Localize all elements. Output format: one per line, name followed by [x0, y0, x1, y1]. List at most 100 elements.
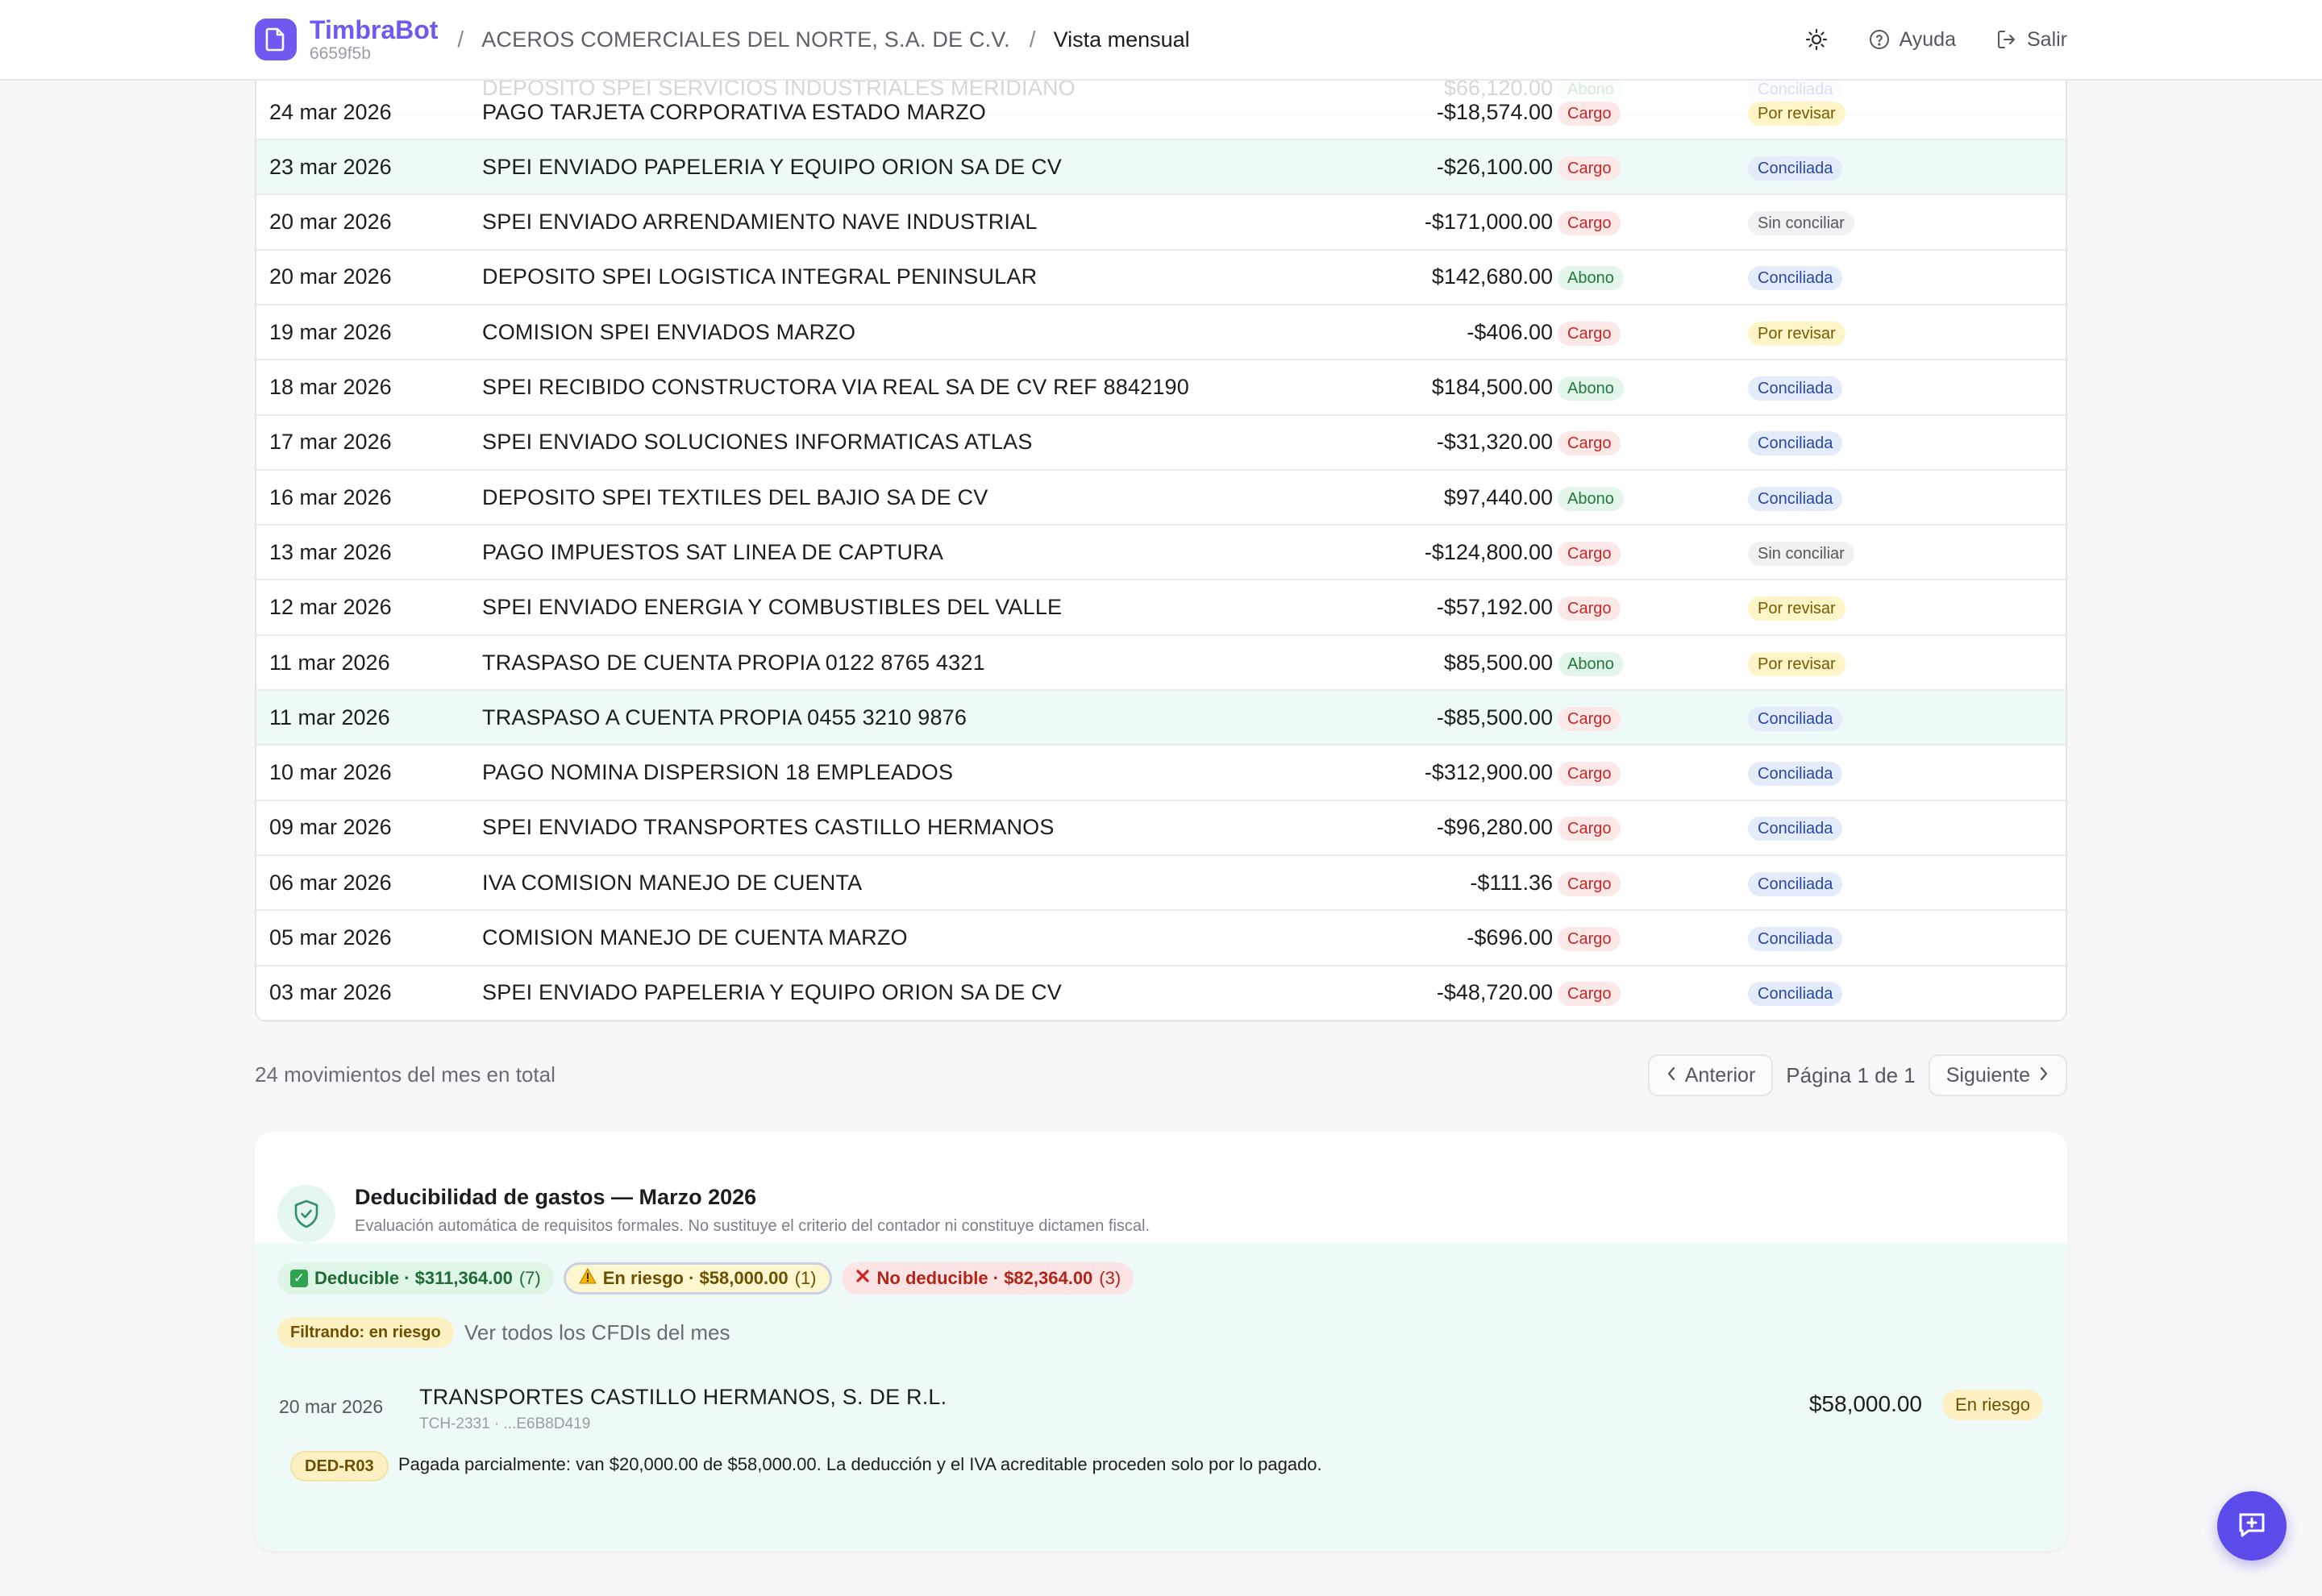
cfdi-reference: TCH-2331 · ...E6B8D419	[419, 1415, 591, 1432]
panel-title: Deducibilidad de gastos — Marzo 2026	[355, 1185, 757, 1209]
table-row[interactable]: 24 mar 2026 PAGO TARJETA CORPORATIVA ESTA…	[256, 85, 2066, 140]
breadcrumb-current: Vista mensual	[1053, 27, 1190, 52]
status-badge: Por revisar	[1748, 101, 1846, 126]
cfdi-date: 20 mar 2026	[279, 1396, 384, 1417]
table-row[interactable]: 11 mar 2026 TRASPASO DE CUENTA PROPIA 012…	[256, 636, 2066, 691]
table-row[interactable]: 18 mar 2026 SPEI RECIBIDO CONSTRUCTORA VI…	[256, 361, 2066, 416]
document-icon[interactable]	[255, 19, 297, 60]
help-button[interactable]: Ayuda	[1867, 27, 1956, 52]
table-row[interactable]: 10 mar 2026 PAGO NOMINA DISPERSION 18 EMP…	[256, 746, 2066, 801]
status-badge: Sin conciliar	[1748, 211, 1854, 236]
no-deducible-label: No deducible · $82,364.00	[876, 1268, 1093, 1288]
cfdi-status-badge: En riesgo	[1942, 1390, 2043, 1420]
row-date: 20 mar 2026	[269, 210, 392, 235]
row-date: 10 mar 2026	[269, 760, 392, 785]
table-row[interactable]: 20 mar 2026 SPEI ENVIADO ARRENDAMIENTO NA…	[256, 196, 2066, 251]
brand[interactable]: TimbraBot 6659f5b	[310, 15, 438, 64]
cross-icon	[855, 1268, 871, 1289]
table-row[interactable]: 06 mar 2026 IVA COMISION MANEJO DE CUENTA…	[256, 856, 2066, 912]
row-date: 06 mar 2026	[269, 870, 392, 895]
row-amount: -$312,900.00	[1424, 760, 1553, 785]
row-description: SPEI ENVIADO TRANSPORTES CASTILLO HERMAN…	[482, 815, 1055, 840]
status-badge: Por revisar	[1748, 596, 1846, 621]
table-row[interactable]: 11 mar 2026 TRASPASO A CUENTA PROPIA 0455…	[256, 691, 2066, 746]
view-all-cfdis-link[interactable]: Ver todos los CFDIs del mes	[464, 1320, 730, 1345]
status-badge: Conciliada	[1748, 266, 1843, 291]
no-deducible-count: (3)	[1099, 1268, 1121, 1288]
row-description: COMISION SPEI ENVIADOS MARZO	[482, 319, 856, 344]
next-page-button[interactable]: Siguiente	[1928, 1054, 2067, 1096]
breadcrumb-company[interactable]: ACEROS COMERCIALES DEL NORTE, S.A. DE C.…	[481, 27, 1010, 52]
row-date: 11 mar 2026	[269, 704, 390, 729]
row-description: SPEI ENVIADO ENERGIA Y COMBUSTIBLES DEL …	[482, 595, 1063, 620]
row-description: DEPOSITO SPEI LOGISTICA INTEGRAL PENINSU…	[482, 264, 1038, 289]
table-row[interactable]: 16 mar 2026 DEPOSITO SPEI TEXTILES DEL BA…	[256, 471, 2066, 526]
logout-icon	[1995, 27, 2019, 52]
row-description: PAGO TARJETA CORPORATIVA ESTADO MARZO	[482, 99, 986, 124]
transactions-table: DEPOSITO SPEI SERVICIOS INDUSTRIALES MER…	[255, 32, 2067, 1022]
table-row[interactable]: 05 mar 2026 COMISION MANEJO DE CUENTA MAR…	[256, 912, 2066, 966]
help-label: Ayuda	[1899, 27, 1956, 51]
row-amount: -$96,280.00	[1436, 815, 1553, 840]
row-date: 19 mar 2026	[269, 319, 392, 344]
checkmark-icon: ✓	[290, 1270, 308, 1287]
table-row[interactable]: 17 mar 2026 SPEI ENVIADO SOLUCIONES INFOR…	[256, 416, 2066, 471]
status-badge: Conciliada	[1748, 486, 1843, 511]
riesgo-label: En riesgo · $58,000.00	[602, 1268, 789, 1288]
table-row[interactable]: 03 mar 2026 SPEI ENVIADO PAPELERIA Y EQUI…	[256, 966, 2066, 1020]
chat-plus-icon	[2236, 1508, 2268, 1544]
row-description: PAGO NOMINA DISPERSION 18 EMPLEADOS	[482, 760, 954, 785]
type-badge: Cargo	[1558, 596, 1621, 621]
panel-subtitle: Evaluación automática de requisitos form…	[355, 1217, 1151, 1235]
riesgo-count: (1)	[794, 1268, 817, 1288]
row-amount: -$85,500.00	[1436, 704, 1553, 729]
cfdi-issuer[interactable]: TRANSPORTES CASTILLO HERMANOS, S. DE R.L…	[419, 1385, 947, 1410]
row-date: 05 mar 2026	[269, 925, 392, 950]
rule-description: Pagada parcialmente: van $20,000.00 de $…	[398, 1454, 1322, 1474]
status-badge: Conciliada	[1748, 817, 1843, 842]
type-badge: Cargo	[1558, 706, 1621, 731]
row-amount: $85,500.00	[1443, 650, 1553, 675]
row-amount: -$57,192.00	[1436, 595, 1553, 620]
type-badge: Abono	[1558, 376, 1624, 401]
type-badge: Cargo	[1558, 762, 1621, 787]
no-deducible-chip[interactable]: No deducible · $82,364.00 (3)	[841, 1262, 1134, 1295]
status-badge: Conciliada	[1748, 762, 1843, 787]
previous-label: Anterior	[1684, 1063, 1756, 1087]
table-row[interactable]: 13 mar 2026 PAGO IMPUESTOS SAT LINEA DE C…	[256, 526, 2066, 581]
table-row[interactable]: 12 mar 2026 SPEI ENVIADO ENERGIA Y COMBUS…	[256, 581, 2066, 636]
type-badge: Cargo	[1558, 156, 1621, 181]
chat-button[interactable]	[2217, 1491, 2287, 1561]
filter-chips: ✓ Deducible · $311,364.00 (7) En riesgo …	[277, 1262, 1134, 1295]
movements-count: 24 movimientos del mes en total	[255, 1062, 556, 1087]
row-description: TRASPASO DE CUENTA PROPIA 0122 8765 4321	[482, 650, 985, 675]
row-date: 18 mar 2026	[269, 375, 392, 399]
row-date: 20 mar 2026	[269, 264, 392, 289]
table-row[interactable]: 09 mar 2026 SPEI ENVIADO TRANSPORTES CAST…	[256, 801, 2066, 856]
type-badge: Abono	[1558, 651, 1624, 676]
row-description: SPEI ENVIADO ARRENDAMIENTO NAVE INDUSTRI…	[482, 210, 1038, 235]
row-amount: -$406.00	[1467, 319, 1553, 344]
table-row[interactable]: 20 mar 2026 DEPOSITO SPEI LOGISTICA INTEG…	[256, 251, 2066, 305]
active-filter-badge[interactable]: Filtrando: en riesgo	[277, 1317, 454, 1348]
row-description: SPEI RECIBIDO CONSTRUCTORA VIA REAL SA D…	[482, 375, 1189, 399]
chevron-right-icon	[2038, 1064, 2049, 1087]
row-description: COMISION MANEJO DE CUENTA MARZO	[482, 925, 908, 950]
theme-toggle-button[interactable]	[1804, 27, 1829, 52]
riesgo-chip[interactable]: En riesgo · $58,000.00 (1)	[563, 1262, 832, 1295]
table-row[interactable]: 19 mar 2026 COMISION SPEI ENVIADOS MARZO -…	[256, 305, 2066, 361]
question-circle-icon	[1867, 27, 1891, 52]
type-badge: Abono	[1558, 266, 1624, 291]
row-amount: -$31,320.00	[1436, 430, 1553, 455]
type-badge: Cargo	[1558, 982, 1621, 1007]
row-date: 12 mar 2026	[269, 595, 392, 620]
row-date: 11 mar 2026	[269, 650, 390, 675]
type-badge: Cargo	[1558, 321, 1621, 346]
deducible-chip[interactable]: ✓ Deducible · $311,364.00 (7)	[277, 1262, 554, 1295]
row-description: SPEI ENVIADO SOLUCIONES INFORMATICAS ATL…	[482, 430, 1033, 455]
row-date: 09 mar 2026	[269, 815, 392, 840]
previous-page-button[interactable]: Anterior	[1647, 1054, 1774, 1096]
logout-button[interactable]: Salir	[1995, 27, 2067, 52]
status-badge: Conciliada	[1748, 706, 1843, 731]
table-row[interactable]: 23 mar 2026 SPEI ENVIADO PAPELERIA Y EQUI…	[256, 140, 2066, 196]
